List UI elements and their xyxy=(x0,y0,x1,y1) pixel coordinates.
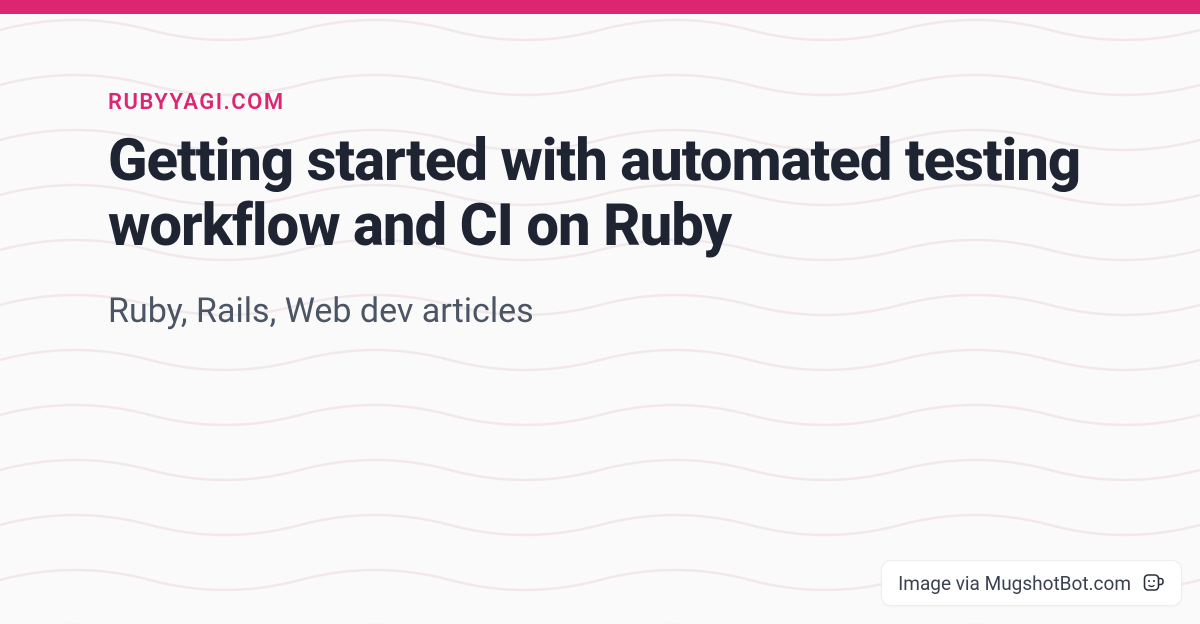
mug-icon xyxy=(1141,571,1165,595)
credit-badge: Image via MugshotBot.com xyxy=(881,560,1182,606)
site-label: RUBYYAGI.COM xyxy=(108,90,1092,115)
credit-text: Image via MugshotBot.com xyxy=(898,572,1131,595)
page-subtitle: Ruby, Rails, Web dev articles xyxy=(108,289,1092,333)
page-title: Getting started with automated testing w… xyxy=(108,129,1092,259)
accent-top-bar xyxy=(0,0,1200,14)
card-content: RUBYYAGI.COM Getting started with automa… xyxy=(0,0,1200,333)
